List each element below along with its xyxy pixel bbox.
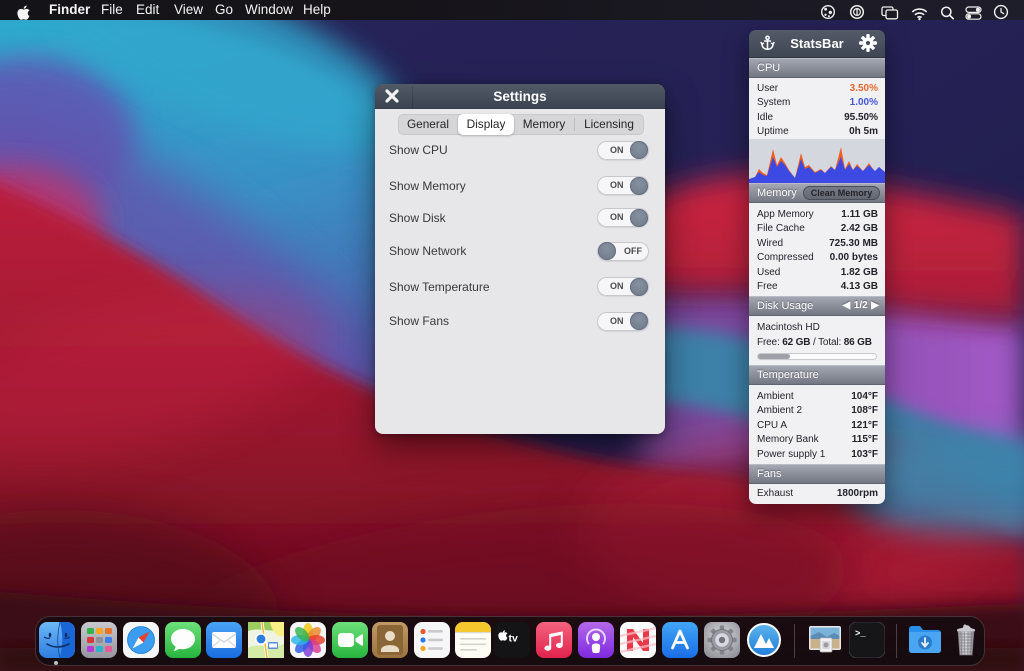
svg-text:tv: tv xyxy=(509,633,518,645)
svg-text:>_: >_ xyxy=(855,629,866,639)
